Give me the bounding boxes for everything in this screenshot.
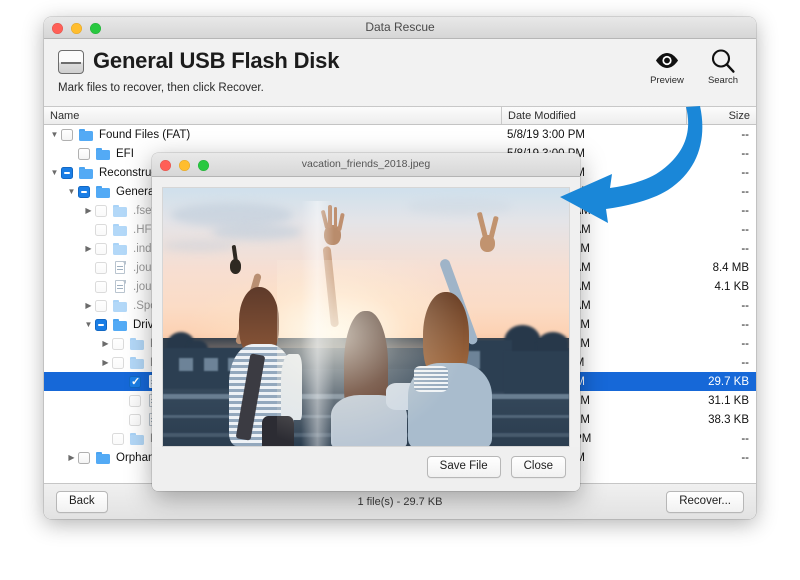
magnifier-icon [704,47,742,74]
chevron-right-icon[interactable] [82,296,95,315]
preview-image-area [152,177,580,447]
chevron-right-icon[interactable] [99,353,112,372]
folder-icon [113,223,128,236]
row-checkbox[interactable] [78,186,90,198]
chevron-right-icon[interactable] [65,448,78,467]
folder-icon [130,356,145,369]
row-checkbox[interactable] [95,262,107,274]
row-checkbox[interactable] [95,319,107,331]
row-name-label: EFI [116,148,134,160]
row-size-cell: 8.4 MB [686,262,756,274]
row-checkbox[interactable] [112,433,124,445]
window-titlebar[interactable]: Data Rescue [44,17,756,39]
preview-action-bar: Save File Close [152,447,580,491]
photo-thumbnail [162,187,570,447]
row-size-cell: -- [686,300,756,312]
row-size-cell: -- [686,167,756,179]
person-right [398,286,512,446]
folder-icon [96,147,111,160]
chevron-down-icon[interactable] [65,182,78,201]
row-date-cell: 5/8/19 3:00 PM [501,129,686,141]
row-size-cell: -- [686,205,756,217]
header-identity: General USB Flash Disk [58,46,742,76]
page-title: General USB Flash Disk [93,46,339,76]
folder-icon [79,128,94,141]
row-checkbox[interactable] [78,452,90,464]
preview-tool-button[interactable]: Preview [648,47,686,86]
save-file-button[interactable]: Save File [427,456,501,478]
document-icon [113,261,128,274]
row-size-cell: 38.3 KB [686,414,756,426]
folder-icon [130,337,145,350]
row-size-cell: -- [686,129,756,141]
row-checkbox[interactable] [129,376,141,388]
eye-icon [648,47,686,74]
row-size-cell: -- [686,243,756,255]
search-tool-label: Search [704,75,742,86]
column-header-size[interactable]: Size [686,107,756,124]
chevron-right-icon[interactable] [82,239,95,258]
recover-button[interactable]: Recover... [666,491,744,513]
person-left [212,281,318,446]
row-checkbox[interactable] [61,167,73,179]
preview-filename: vacation_friends_2018.jpeg [152,158,580,170]
row-checkbox[interactable] [129,414,141,426]
folder-icon [96,185,111,198]
row-name-label: Found Files (FAT) [99,129,190,141]
chevron-down-icon[interactable] [48,125,61,144]
row-checkbox[interactable] [95,243,107,255]
row-checkbox[interactable] [95,281,107,293]
table-row[interactable]: Found Files (FAT) 5/8/19 3:00 PM-- [44,125,756,144]
row-checkbox[interactable] [112,357,124,369]
header-toolbar: Preview Search [648,47,742,86]
row-checkbox[interactable] [129,395,141,407]
row-checkbox[interactable] [78,148,90,160]
row-checkbox[interactable] [95,224,107,236]
app-header: General USB Flash Disk Mark files to rec… [44,39,756,107]
image-preview-window: vacation_friends_2018.jpeg [152,153,580,491]
folder-icon [79,166,94,179]
preview-tool-label: Preview [648,75,686,86]
folder-icon [130,432,145,445]
window-title: Data Rescue [44,20,756,34]
folder-icon [113,299,128,312]
document-icon [113,280,128,293]
row-size-cell: -- [686,338,756,350]
folder-icon [113,318,128,331]
row-size-cell: -- [686,148,756,160]
row-size-cell: -- [686,452,756,464]
preview-titlebar[interactable]: vacation_friends_2018.jpeg [152,153,580,177]
row-size-cell: 4.1 KB [686,281,756,293]
chevron-right-icon[interactable] [99,334,112,353]
search-tool-button[interactable]: Search [704,47,742,86]
row-size-cell: 29.7 KB [686,376,756,388]
row-checkbox[interactable] [95,300,107,312]
page-subtitle: Mark files to recover, then click Recove… [58,82,742,94]
row-size-cell: -- [686,319,756,331]
row-size-cell: -- [686,224,756,236]
back-button[interactable]: Back [56,491,108,513]
folder-icon [113,242,128,255]
row-checkbox[interactable] [112,338,124,350]
chevron-down-icon[interactable] [48,163,61,182]
hard-disk-icon [58,50,84,74]
close-preview-button[interactable]: Close [511,456,566,478]
selection-status-text: 1 file(s) - 29.7 KB [44,496,756,508]
row-name-cell: Found Files (FAT) [44,125,501,144]
row-size-cell: 31.1 KB [686,395,756,407]
column-header-name[interactable]: Name [44,110,501,122]
row-size-cell: -- [686,357,756,369]
folder-icon [96,451,111,464]
chevron-right-icon[interactable] [82,201,95,220]
folder-icon [113,204,128,217]
column-header-date-modified[interactable]: Date Modified [501,107,686,124]
row-size-cell: -- [686,433,756,445]
row-checkbox[interactable] [61,129,73,141]
column-headers: Name Date Modified Size [44,107,756,125]
chevron-down-icon[interactable] [82,315,95,334]
row-size-cell: -- [686,186,756,198]
row-checkbox[interactable] [95,205,107,217]
